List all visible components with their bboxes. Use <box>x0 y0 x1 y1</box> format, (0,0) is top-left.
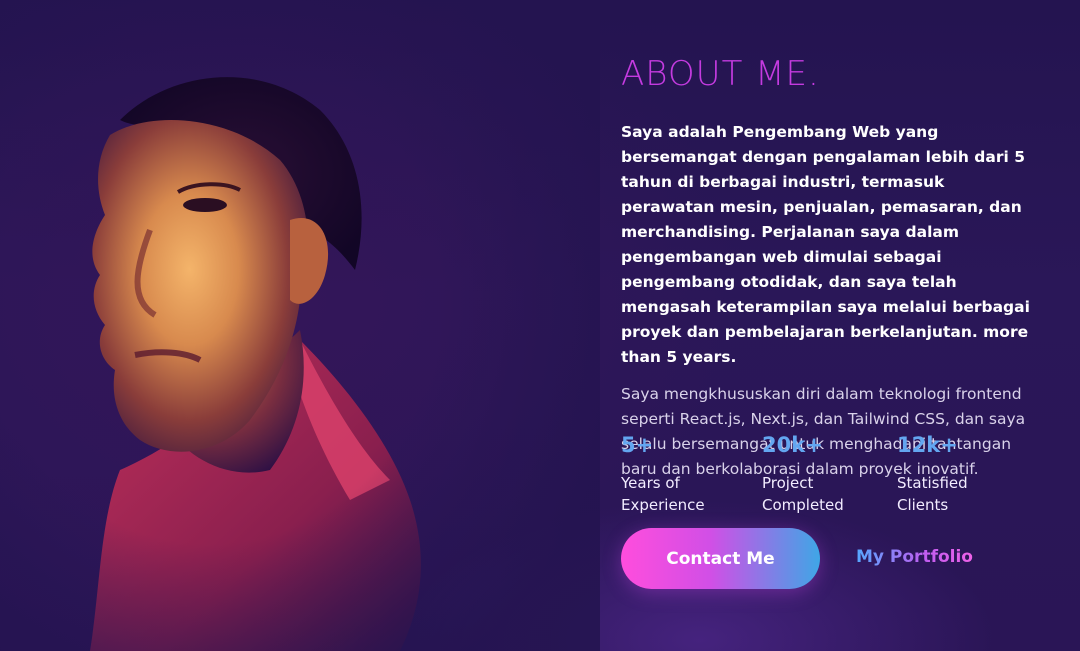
stat-value: 20k+ <box>762 433 823 457</box>
stat-label-line: Statisfied <box>897 474 968 492</box>
stat-label-line: Completed <box>762 496 844 514</box>
about-content: ABOUT ME. Saya adalah Pengembang Web yan… <box>621 52 1051 482</box>
intro-paragraph: Saya adalah Pengembang Web yang berseman… <box>621 123 1030 366</box>
stat-value: 5+ <box>621 433 654 457</box>
cta-row: Contact Me My Portfolio <box>621 528 1041 590</box>
contact-me-button[interactable]: Contact Me <box>621 528 820 589</box>
stat-label-line: Project <box>762 474 814 492</box>
stat-clients: 12k+ Statisfied Clients <box>897 430 968 516</box>
stat-label: Project Completed <box>762 472 844 516</box>
profile-portrait-image <box>0 0 600 651</box>
stat-value: 12k+ <box>897 433 958 457</box>
stat-experience: 5+ Years of Experience <box>621 430 705 516</box>
stat-label: Years of Experience <box>621 472 705 516</box>
stat-label: Statisfied Clients <box>897 472 968 516</box>
about-section: ABOUT ME. Saya adalah Pengembang Web yan… <box>0 0 1080 651</box>
stat-label-line: Clients <box>897 496 949 514</box>
my-portfolio-link[interactable]: My Portfolio <box>856 547 973 567</box>
section-title: ABOUT ME. <box>621 54 820 94</box>
stats-row: 5+ Years of Experience 20k+ Project Comp… <box>621 430 1041 525</box>
stat-label-line: Years of <box>621 474 680 492</box>
stat-label-line: Experience <box>621 496 705 514</box>
stat-projects: 20k+ Project Completed <box>762 430 844 516</box>
